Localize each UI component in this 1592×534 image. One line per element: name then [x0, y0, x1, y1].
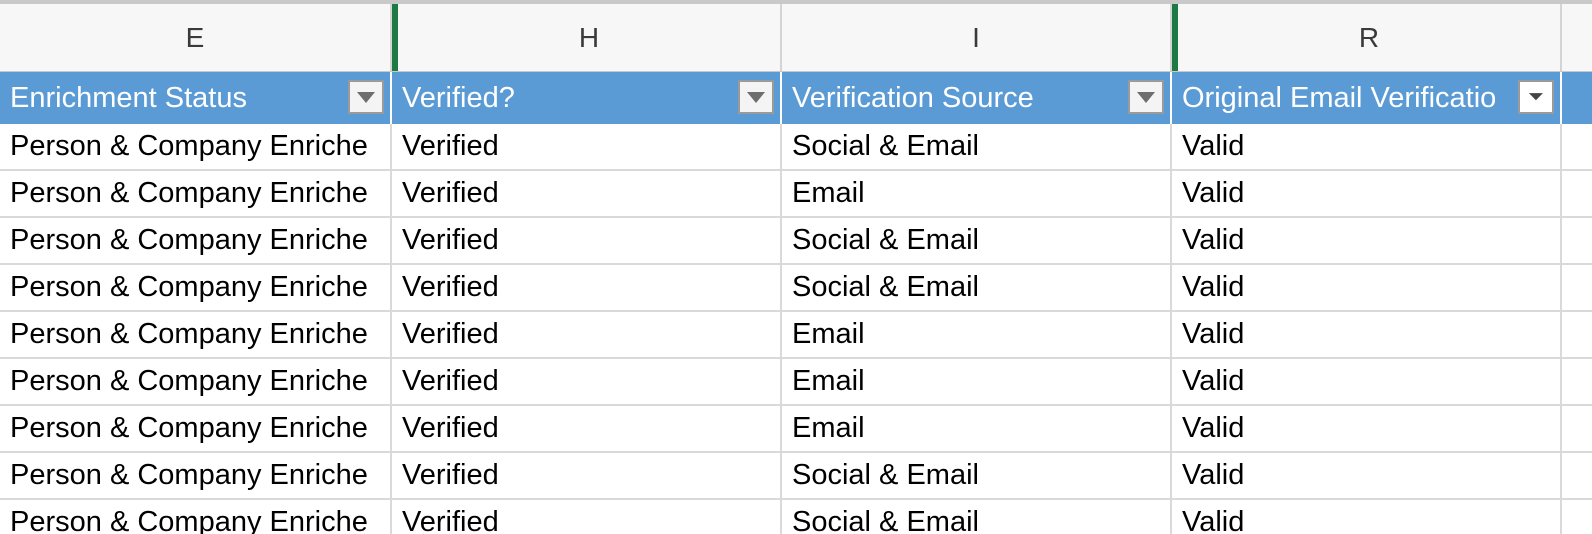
header-verification-source[interactable]: Verification Source: [782, 72, 1172, 124]
cell-email-verification[interactable]: Valid: [1172, 265, 1562, 310]
cell-enrichment-status[interactable]: Person & Company Enriche: [0, 265, 392, 310]
cell-verification-source[interactable]: Email: [782, 406, 1172, 451]
cell-verification-source[interactable]: Email: [782, 171, 1172, 216]
column-letter-header: E H I R: [0, 0, 1592, 72]
table-row[interactable]: Person & Company Enriche Verified Email Val…: [0, 406, 1592, 453]
cell-enrichment-status[interactable]: Person & Company Enriche: [0, 406, 392, 451]
cell-enrichment-status[interactable]: Person & Company Enriche: [0, 312, 392, 357]
cell-verified[interactable]: Verified: [392, 312, 782, 357]
header-enrichment-status[interactable]: Enrichment Status: [0, 72, 392, 124]
column-letter-i[interactable]: I: [782, 4, 1172, 71]
cell-verification-source[interactable]: Email: [782, 312, 1172, 357]
cell-email-verification[interactable]: Valid: [1172, 218, 1562, 263]
column-letter-e[interactable]: E: [0, 4, 392, 71]
table-header-row: Enrichment Status Verified? Verification…: [0, 72, 1592, 124]
table-row[interactable]: Person & Company Enriche Verified Social &…: [0, 265, 1592, 312]
header-label: Original Email Verificatio: [1182, 81, 1497, 114]
cell-verification-source[interactable]: Social & Email: [782, 124, 1172, 169]
cell-verification-source[interactable]: Social & Email: [782, 453, 1172, 498]
cell-verified[interactable]: Verified: [392, 124, 782, 169]
table-row[interactable]: Person & Company Enriche Verified Social &…: [0, 500, 1592, 534]
column-letter-h[interactable]: H: [392, 4, 782, 71]
table-row[interactable]: Person & Company Enriche Verified Email Val…: [0, 312, 1592, 359]
header-original-email-verification[interactable]: Original Email Verificatio ⏷: [1172, 72, 1562, 124]
cell-verification-source[interactable]: Social & Email: [782, 500, 1172, 534]
table-row[interactable]: Person & Company Enriche Verified Email Val…: [0, 359, 1592, 406]
table-row[interactable]: Person & Company Enriche Verified Social &…: [0, 453, 1592, 500]
cell-verified[interactable]: Verified: [392, 265, 782, 310]
cell-email-verification[interactable]: Valid: [1172, 500, 1562, 534]
cell-enrichment-status[interactable]: Person & Company Enriche: [0, 218, 392, 263]
cell-verification-source[interactable]: Social & Email: [782, 218, 1172, 263]
dropdown-arrow-icon: [747, 91, 765, 103]
cell-enrichment-status[interactable]: Person & Company Enriche: [0, 453, 392, 498]
cell-verification-source[interactable]: Email: [782, 359, 1172, 404]
cell-email-verification[interactable]: Valid: [1172, 453, 1562, 498]
cell-verified[interactable]: Verified: [392, 453, 782, 498]
table-row[interactable]: Person & Company Enriche Verified Email Val…: [0, 171, 1592, 218]
table-body: Person & Company Enriche Verified Social &…: [0, 124, 1592, 534]
cell-verified[interactable]: Verified: [392, 500, 782, 534]
cell-verification-source[interactable]: Social & Email: [782, 265, 1172, 310]
cell-enrichment-status[interactable]: Person & Company Enriche: [0, 171, 392, 216]
cell-enrichment-status[interactable]: Person & Company Enriche: [0, 500, 392, 534]
column-letter-r[interactable]: R: [1172, 4, 1562, 71]
table-row[interactable]: Person & Company Enriche Verified Social &…: [0, 124, 1592, 171]
cell-verified[interactable]: Verified: [392, 406, 782, 451]
cell-verified[interactable]: Verified: [392, 171, 782, 216]
filter-dropdown-button[interactable]: [348, 80, 384, 114]
cell-enrichment-status[interactable]: Person & Company Enriche: [0, 359, 392, 404]
cell-email-verification[interactable]: Valid: [1172, 171, 1562, 216]
filter-dropdown-button[interactable]: [1128, 80, 1164, 114]
funnel-filter-icon: ⏷: [1528, 86, 1544, 108]
dropdown-arrow-icon: [1137, 91, 1155, 103]
filter-dropdown-button[interactable]: [738, 80, 774, 114]
header-label: Verified?: [402, 81, 515, 114]
cell-email-verification[interactable]: Valid: [1172, 124, 1562, 169]
header-label: Verification Source: [792, 81, 1034, 114]
spreadsheet: E H I R Enrichment Status Verified? Veri…: [0, 0, 1592, 534]
table-row[interactable]: Person & Company Enriche Verified Social &…: [0, 218, 1592, 265]
cell-email-verification[interactable]: Valid: [1172, 312, 1562, 357]
header-verified[interactable]: Verified?: [392, 72, 782, 124]
cell-email-verification[interactable]: Valid: [1172, 406, 1562, 451]
active-filter-button[interactable]: ⏷: [1518, 80, 1554, 114]
cell-email-verification[interactable]: Valid: [1172, 359, 1562, 404]
cell-verified[interactable]: Verified: [392, 359, 782, 404]
cell-verified[interactable]: Verified: [392, 218, 782, 263]
cell-enrichment-status[interactable]: Person & Company Enriche: [0, 124, 392, 169]
header-label: Enrichment Status: [10, 81, 247, 114]
dropdown-arrow-icon: [357, 91, 375, 103]
